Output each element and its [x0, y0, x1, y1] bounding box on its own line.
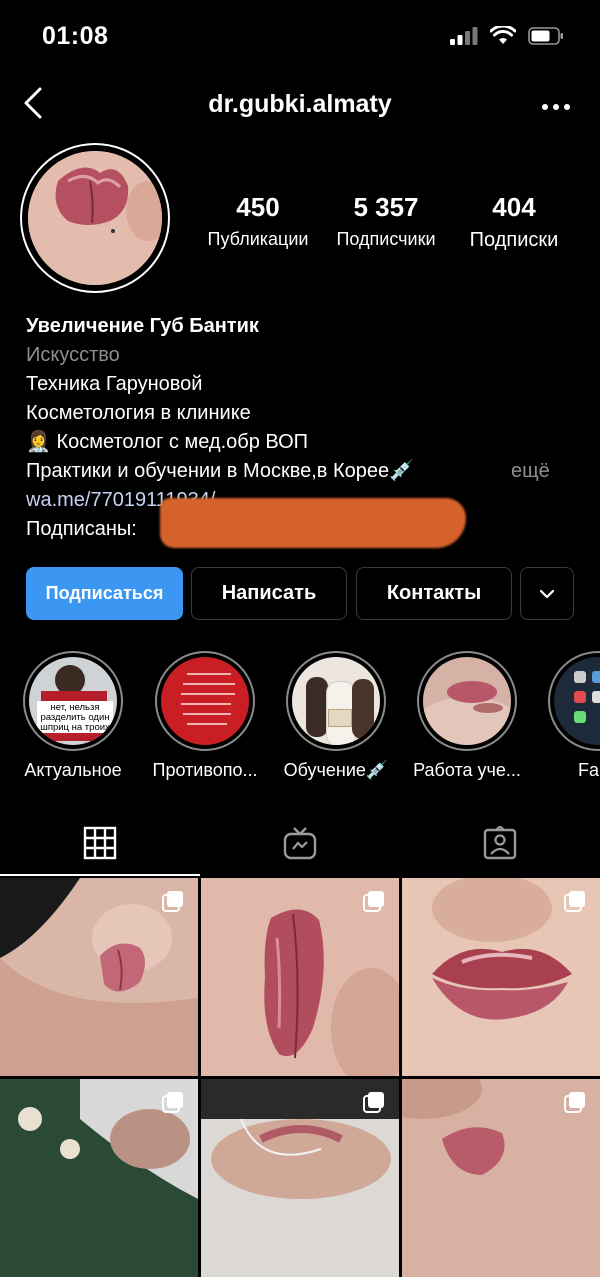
post-thumbnail[interactable] [402, 1079, 600, 1277]
multiple-posts-icon [363, 1092, 384, 1113]
multiple-posts-icon [564, 891, 585, 912]
message-button[interactable]: Написать [191, 567, 347, 620]
suggested-accounts-button[interactable] [520, 567, 574, 620]
bio-line: Техника Гаруновой [26, 373, 203, 395]
redaction-mark [160, 498, 466, 548]
tagged-tab-icon[interactable] [483, 826, 517, 860]
multiple-posts-icon [162, 891, 183, 912]
contacts-button[interactable]: Контакты [356, 567, 512, 620]
bio-line: Практики и обучении в Москве,в Корее💉 [26, 460, 415, 482]
more-options-icon[interactable] [542, 104, 570, 110]
profile-category: Искусство [26, 344, 120, 366]
bio-line: 👩‍⚕️ Косметолог с мед.обр ВОП [26, 431, 309, 453]
post-thumbnail[interactable] [201, 1079, 399, 1277]
highlight-label: Работа уче... [413, 760, 521, 780]
stat-followers[interactable]: 5 357 Подписчики [326, 192, 446, 250]
bio-line: Косметология в клинике [26, 402, 251, 424]
highlight-actual[interactable]: нет, нельзя разделить один шприц на трои… [23, 651, 123, 751]
stat-following-label: Подписки [469, 229, 559, 251]
post-thumbnail[interactable] [402, 878, 600, 1076]
chevron-down-icon [539, 589, 555, 598]
highlight-label: Актуальное [24, 760, 122, 780]
multiple-posts-icon [363, 891, 384, 912]
stat-followers-value: 5 357 [353, 192, 419, 222]
profile-username: dr.gubki.almaty [208, 90, 392, 118]
stat-following[interactable]: 404 Подписки [454, 192, 574, 252]
highlight-faq[interactable] [548, 651, 600, 751]
stat-posts-label: Публикации [207, 229, 309, 249]
stat-posts-value: 450 [236, 192, 280, 222]
profile-name: Увеличение Губ Бантик [26, 315, 259, 337]
follow-button[interactable]: Подписаться [26, 567, 183, 620]
highlight-student-work[interactable] [417, 651, 517, 751]
post-thumbnail[interactable] [0, 878, 198, 1076]
grid-tab-icon[interactable] [83, 826, 117, 860]
active-tab-indicator [0, 874, 200, 876]
status-icons [450, 26, 564, 45]
signal-icon [450, 26, 478, 45]
stat-followers-label: Подписчики [336, 229, 436, 249]
bio-more-link[interactable]: ещё [511, 457, 550, 486]
post-thumbnail[interactable] [201, 878, 399, 1076]
stat-following-value: 404 [492, 192, 536, 222]
highlight-sign-text: нет, нельзя разделить один шприц на трои… [37, 701, 113, 733]
post-thumbnail[interactable] [0, 1079, 198, 1277]
highlight-label: Противопо... [152, 760, 258, 780]
status-time: 01:08 [42, 22, 109, 50]
avatar[interactable] [28, 151, 162, 285]
highlight-training[interactable] [286, 651, 386, 751]
highlight-contraindications[interactable] [155, 651, 255, 751]
multiple-posts-icon [162, 1092, 183, 1113]
wifi-icon [490, 26, 516, 44]
highlight-label: Обучение💉 [283, 760, 389, 780]
igtv-tab-icon[interactable] [283, 826, 317, 860]
stat-posts[interactable]: 450 Публикации [198, 192, 318, 250]
highlight-label: Fa [578, 760, 600, 780]
battery-icon [528, 26, 563, 45]
multiple-posts-icon [564, 1092, 585, 1113]
